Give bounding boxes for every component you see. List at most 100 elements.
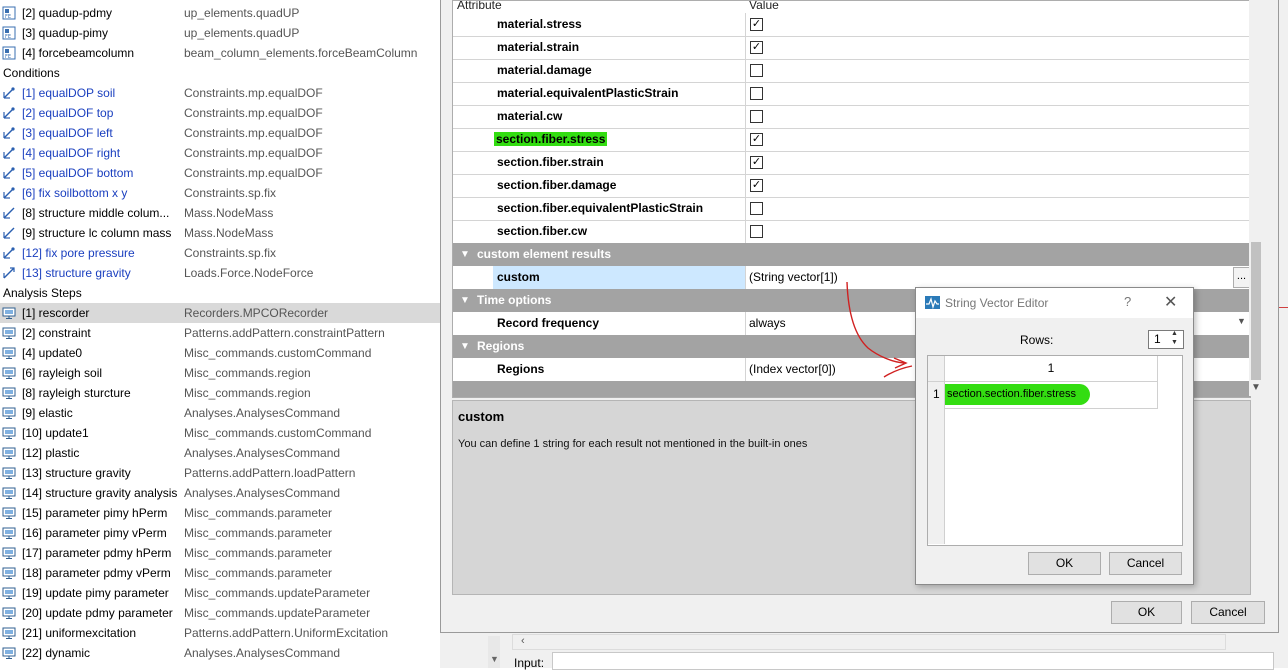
editor-ok-button[interactable]: OK: [1028, 552, 1101, 575]
tree-item[interactable]: FE [3] quadup-pimy up_elements.quadUP: [0, 23, 440, 43]
collapse-arrow-icon[interactable]: ▼: [460, 289, 470, 312]
tree-item[interactable]: [9] elastic Analyses.AnalysesCommand: [0, 403, 440, 423]
grid-vertical-scrollbar[interactable]: ▼: [1249, 0, 1263, 396]
result-option-checkbox[interactable]: ✓: [750, 179, 763, 192]
result-option-checkbox[interactable]: ✓: [750, 18, 763, 31]
result-option-row[interactable]: material.equivalentPlasticStrain: [453, 82, 1250, 106]
result-option-checkbox[interactable]: [750, 202, 763, 215]
tree-item[interactable]: [4] update0 Misc_commands.customCommand: [0, 343, 440, 363]
result-option-checkbox[interactable]: [750, 225, 763, 238]
tree-group-header[interactable]: Analysis Steps: [0, 283, 440, 303]
tree-item[interactable]: [8] rayleigh sturcture Misc_commands.regi…: [0, 383, 440, 403]
editor-cancel-button[interactable]: Cancel: [1109, 552, 1182, 575]
edit-vector-button[interactable]: ...: [1233, 267, 1250, 288]
tree-item[interactable]: [1] equalDOP soil Constraints.mp.equalDOF: [0, 83, 440, 103]
tree-item[interactable]: [13] structure gravity Loads.Force.NodeFo…: [0, 263, 440, 283]
ok-button[interactable]: OK: [1111, 601, 1182, 624]
result-option-row[interactable]: section.fiber.damage ✓: [453, 174, 1250, 198]
tree-item[interactable]: [16] parameter pimy vPerm Misc_commands.p…: [0, 523, 440, 543]
table-cell[interactable]: section.section.fiber.stress: [945, 382, 1158, 409]
row-header[interactable]: 1: [933, 387, 940, 401]
result-option-row[interactable]: section.fiber.stress ✓: [453, 128, 1250, 152]
monitor-icon: [2, 307, 16, 319]
tree-item[interactable]: [6] fix soilbottom x y Constraints.sp.fix: [0, 183, 440, 203]
help-icon[interactable]: ?: [1124, 294, 1131, 309]
description-text: You can define 1 string for each result …: [458, 438, 808, 450]
dialog-titlebar[interactable]: String Vector Editor ? ✕: [916, 288, 1193, 318]
tree-item[interactable]: [22] dynamic Analyses.AnalysesCommand: [0, 643, 440, 663]
result-option-row[interactable]: material.strain ✓: [453, 36, 1250, 60]
tree-item[interactable]: [20] update pdmy parameter Misc_commands.…: [0, 603, 440, 623]
tree-item[interactable]: [21] uniformexcitation Patterns.addPatter…: [0, 623, 440, 643]
tree-item-type: Misc_commands.region: [184, 386, 311, 400]
regions-value[interactable]: (Index vector[0]): [749, 358, 836, 381]
custom-value[interactable]: (String vector[1]): [749, 266, 838, 289]
value-column-header[interactable]: Value: [749, 1, 779, 11]
table-corner[interactable]: [928, 356, 945, 382]
tree-item[interactable]: [18] parameter pdmy vPerm Misc_commands.p…: [0, 563, 440, 583]
result-option-checkbox[interactable]: [750, 110, 763, 123]
dropdown-arrow-icon[interactable]: ▼: [1237, 316, 1246, 326]
tree-item[interactable]: [14] structure gravity analysis Analyses.…: [0, 483, 440, 503]
collapse-arrow-icon[interactable]: ▼: [460, 243, 470, 266]
result-option-label: material.equivalentPlasticStrain: [497, 86, 679, 100]
result-option-row[interactable]: material.stress ✓: [453, 13, 1250, 37]
tree-item[interactable]: [3] equalDOF left Constraints.mp.equalDOF: [0, 123, 440, 143]
spin-up-icon[interactable]: ▲: [1171, 330, 1178, 337]
tree-item[interactable]: FE [4] forcebeamcolumn beam_column_element…: [0, 43, 440, 63]
collapse-arrow-icon[interactable]: ▼: [460, 335, 470, 358]
command-input-field[interactable]: [552, 652, 1274, 670]
tree-item[interactable]: [2] equalDOF top Constraints.mp.equalDOF: [0, 103, 440, 123]
close-icon[interactable]: ✕: [1164, 292, 1177, 312]
result-option-row[interactable]: section.fiber.equivalentPlasticStrain: [453, 197, 1250, 221]
tree-item[interactable]: [17] parameter pdmy hPerm Misc_commands.p…: [0, 543, 440, 563]
tree-group-header[interactable]: Conditions: [0, 63, 440, 83]
tree-item[interactable]: [1] rescorder Recorders.MPCORecorder: [0, 303, 440, 323]
tree-vertical-scrollbar[interactable]: ▼: [488, 636, 500, 668]
column-header[interactable]: 1: [945, 356, 1158, 382]
tree-item[interactable]: [12] fix pore pressure Constraints.sp.fix: [0, 243, 440, 263]
result-option-row[interactable]: section.fiber.cw: [453, 220, 1250, 244]
result-option-key: section.fiber.stress: [494, 128, 608, 151]
tree-item[interactable]: [15] parameter pimy hPerm Misc_commands.p…: [0, 503, 440, 523]
constraint-icon: [3, 147, 15, 159]
section-title: custom element results: [477, 247, 612, 261]
tree-item-name: [8] structure middle colum...: [22, 206, 170, 220]
tree-item[interactable]: [12] plastic Analyses.AnalysesCommand: [0, 443, 440, 463]
tree-item[interactable]: [8] structure middle colum... Mass.NodeMa…: [0, 203, 440, 223]
tree-item[interactable]: [10] update1 Misc_commands.customCommand: [0, 423, 440, 443]
scroll-down-icon[interactable]: ▼: [490, 654, 499, 664]
tree-item-name: Analysis Steps: [3, 286, 82, 300]
scroll-down-icon[interactable]: ▼: [1251, 382, 1261, 393]
record-frequency-select[interactable]: always: [749, 312, 786, 335]
result-option-row[interactable]: section.fiber.strain ✓: [453, 151, 1250, 175]
rows-value[interactable]: 1: [1154, 332, 1161, 346]
tree-item[interactable]: [6] rayleigh soil Misc_commands.region: [0, 363, 440, 383]
rows-spinbox[interactable]: 1 ▲ ▼: [1148, 330, 1184, 349]
spin-down-icon[interactable]: ▼: [1171, 339, 1178, 346]
cell-value[interactable]: section.section.fiber.stress: [945, 384, 1091, 405]
attribute-column-header[interactable]: Attribute: [457, 1, 502, 11]
tree-item[interactable]: [9] structure lc column mass Mass.NodeMas…: [0, 223, 440, 243]
tree-item-type: Misc_commands.customCommand: [184, 346, 372, 360]
scrollbar-thumb[interactable]: [1251, 242, 1261, 380]
result-option-checkbox[interactable]: ✓: [750, 41, 763, 54]
tree-item[interactable]: [5] equalDOF bottom Constraints.mp.equalD…: [0, 163, 440, 183]
result-option-checkbox[interactable]: ✓: [750, 133, 763, 146]
tree-item-type: Constraints.mp.equalDOF: [184, 106, 323, 120]
result-option-row[interactable]: material.damage: [453, 59, 1250, 83]
output-horizontal-scrollbar[interactable]: ‹: [512, 634, 1226, 650]
result-option-checkbox[interactable]: [750, 64, 763, 77]
scroll-left-icon[interactable]: ‹: [521, 635, 525, 647]
result-option-checkbox[interactable]: ✓: [750, 156, 763, 169]
cancel-button[interactable]: Cancel: [1191, 601, 1265, 624]
tree-item[interactable]: [19] update pimy parameter Misc_commands.…: [0, 583, 440, 603]
tree-item[interactable]: [13] structure gravity Patterns.addPatter…: [0, 463, 440, 483]
result-option-row[interactable]: material.cw: [453, 105, 1250, 129]
section-custom-element-results[interactable]: ▼ custom element results: [453, 243, 1250, 266]
tree-item[interactable]: [2] constraint Patterns.addPattern.constr…: [0, 323, 440, 343]
result-option-checkbox[interactable]: [750, 87, 763, 100]
tree-item[interactable]: FE [2] quadup-pdmy up_elements.quadUP: [0, 3, 440, 23]
tree-item[interactable]: [4] equalDOF right Constraints.mp.equalDO…: [0, 143, 440, 163]
result-option-label: section.fiber.cw: [497, 224, 588, 238]
